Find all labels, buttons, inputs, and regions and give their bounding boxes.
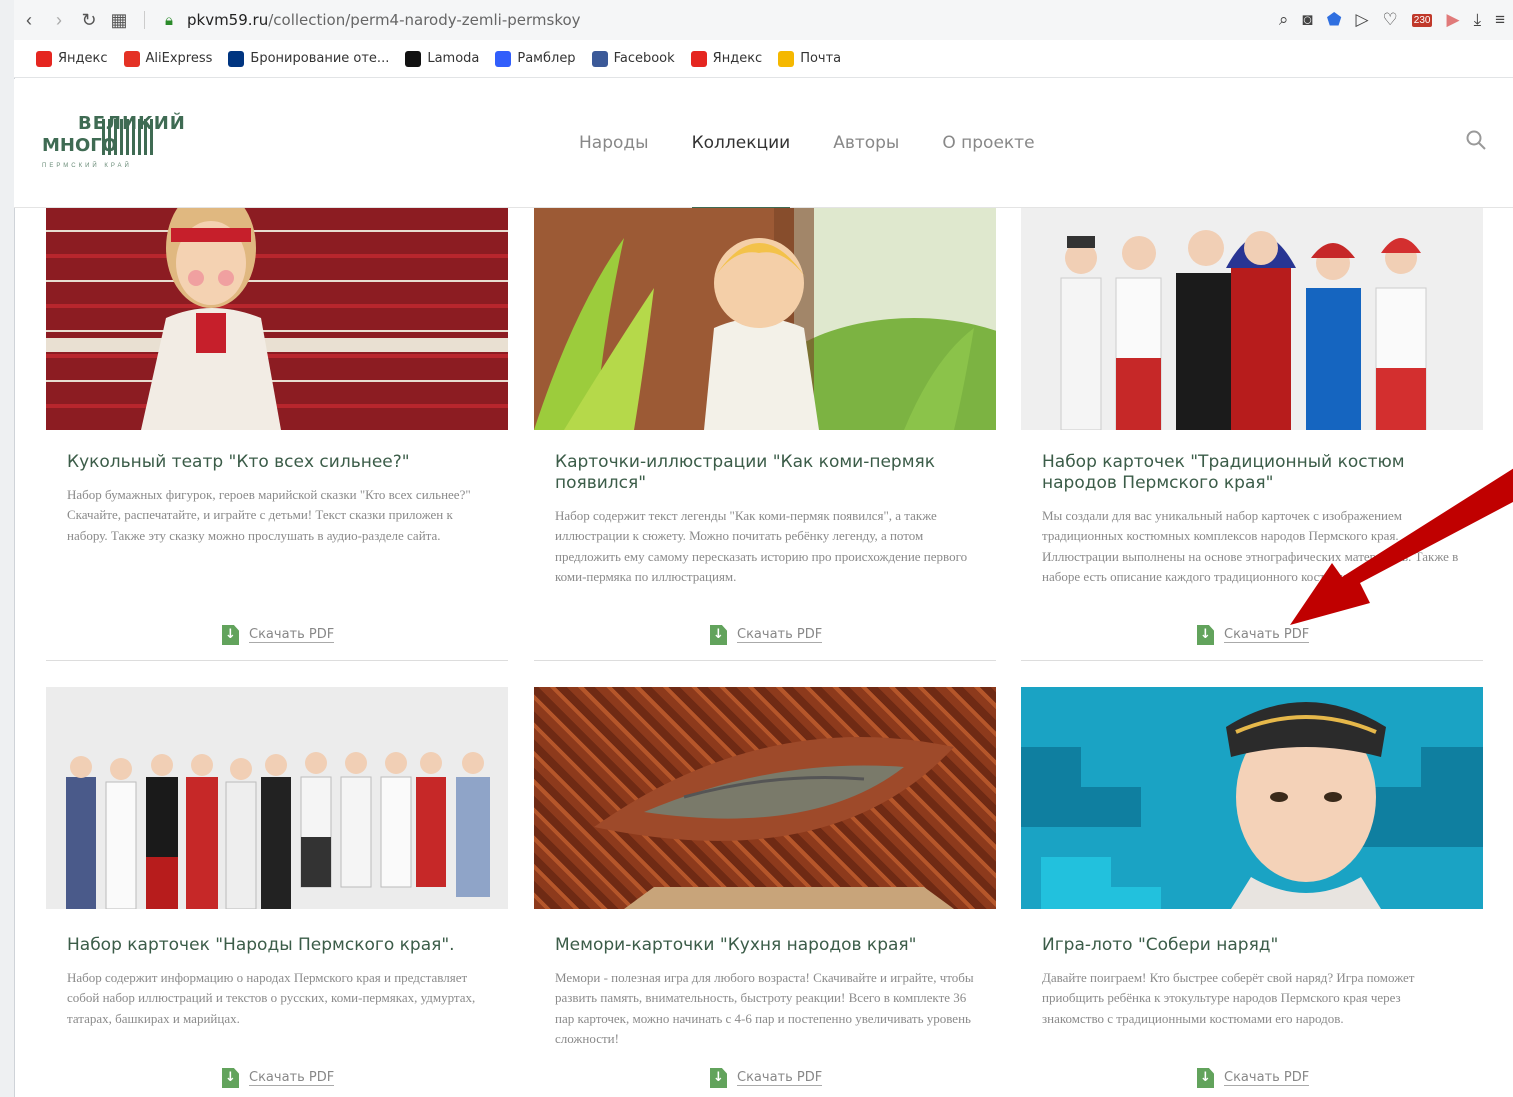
- download-label: Скачать PDF: [249, 627, 335, 643]
- menu-item[interactable]: Народы: [579, 133, 649, 153]
- lock-icon[interactable]: 🔒︎: [165, 12, 173, 29]
- menu-item[interactable]: Авторы: [833, 133, 899, 153]
- address-bar[interactable]: pkvm59.ru/collection/perm4-narody-zemli-…: [187, 11, 581, 29]
- card-divider: [1021, 660, 1483, 661]
- reload-icon[interactable]: ↻: [74, 10, 104, 31]
- aliexpress-icon: [123, 50, 140, 67]
- send-icon[interactable]: ▷: [1355, 10, 1368, 30]
- toolbar-divider: [144, 11, 145, 29]
- card-divider: [46, 660, 508, 661]
- bookmark-label: Бронирование оте...: [250, 51, 390, 66]
- download-counter-badge[interactable]: 230: [1411, 13, 1433, 27]
- card-title[interactable]: Карточки-иллюстрации "Как коми-пермяк по…: [555, 452, 975, 494]
- bookmark-item[interactable]: Facebook: [591, 50, 675, 67]
- back-icon[interactable]: ‹: [14, 10, 44, 31]
- player-icon[interactable]: ▶: [1446, 10, 1459, 30]
- card-description: Набор содержит текст легенды "Как коми-п…: [555, 508, 968, 584]
- card-description: Набор бумажных фигурок, героев марийской…: [67, 487, 471, 543]
- search-icon[interactable]: [1465, 129, 1487, 151]
- bookmark-label: Яндекс: [712, 51, 763, 66]
- lamoda-icon: [405, 50, 422, 67]
- url-host: pkvm59.ru: [186, 11, 269, 29]
- yandex-icon: [36, 50, 52, 67]
- download-label: Скачать PDF: [737, 1070, 823, 1086]
- card-description: Мемори - полезная игра для любого возрас…: [555, 970, 974, 1046]
- bookmark-item[interactable]: Яндекс: [36, 50, 108, 67]
- logo-line-3: ПЕРМСКИЙ КРАЙ: [42, 163, 132, 169]
- download-icon[interactable]: ⤓: [1474, 10, 1482, 30]
- bookmark-item[interactable]: Яндекс: [690, 50, 763, 67]
- pdf-download-icon: [222, 625, 239, 645]
- collection-card: [534, 687, 996, 909]
- download-pdf-link[interactable]: Скачать PDF: [222, 1068, 335, 1088]
- card-title[interactable]: Набор карточек "Народы Пермского края".: [67, 935, 487, 956]
- site-header: ВЕЛИКИЙ МНОГО ПЕРМСКИЙ КРАЙ Народы Коллек…: [14, 79, 1513, 211]
- download-pdf-link[interactable]: Скачать PDF: [1197, 1068, 1310, 1088]
- card-title[interactable]: Мемори-карточки "Кухня народов края": [555, 935, 975, 956]
- download-pdf-link[interactable]: Скачать PDF: [710, 625, 823, 645]
- facebook-icon: [591, 50, 608, 67]
- card-description: Набор содержит информацию о народах Перм…: [67, 970, 476, 1026]
- bookmark-label: Почта: [800, 51, 842, 66]
- pdf-download-icon: [1197, 1068, 1214, 1088]
- bookmark-label: AliExpress: [145, 51, 213, 66]
- forward-icon[interactable]: ›: [44, 10, 74, 31]
- bookmark-item[interactable]: Lamoda: [405, 50, 480, 67]
- yandex-browser-icon: [690, 50, 707, 67]
- heart-icon[interactable]: ♡: [1383, 10, 1398, 30]
- collection-card: [1021, 208, 1483, 430]
- collection-card: [1021, 687, 1483, 909]
- card-image-cuisine[interactable]: [534, 687, 996, 909]
- bookmark-label: Яндекс: [58, 51, 108, 66]
- shield-icon[interactable]: ⬟: [1327, 10, 1342, 30]
- pdf-download-icon: [222, 1068, 239, 1088]
- bookmark-item[interactable]: Рамблер: [495, 50, 576, 67]
- booking-icon: [228, 50, 245, 67]
- logo-ornament: [102, 119, 154, 155]
- red-arrow-annotation: [1290, 468, 1513, 625]
- bookmark-label: Facebook: [613, 51, 675, 66]
- collection-card: [46, 208, 508, 430]
- bookmark-item[interactable]: Почта: [778, 50, 842, 67]
- pdf-download-icon: [1197, 625, 1214, 645]
- card-image-puppet-theatre[interactable]: [46, 208, 508, 430]
- download-label: Скачать PDF: [249, 1070, 335, 1086]
- browser-toolbar: ‹ › ↻ ▦ 🔒︎ pkvm59.ru/collection/perm4-na…: [14, 0, 1513, 40]
- bookmark-item[interactable]: AliExpress: [123, 50, 213, 67]
- site-logo[interactable]: ВЕЛИКИЙ МНОГО ПЕРМСКИЙ КРАЙ: [42, 113, 185, 175]
- menu-item[interactable]: О проекте: [942, 133, 1034, 153]
- download-label: Скачать PDF: [737, 627, 823, 643]
- download-pdf-link[interactable]: Скачать PDF: [222, 625, 335, 645]
- rambler-icon: [495, 50, 512, 67]
- menu-item[interactable]: Коллекции: [691, 133, 790, 211]
- mail-icon: [778, 50, 795, 67]
- bookmark-label: Lamoda: [427, 51, 480, 66]
- bookmark-item[interactable]: Бронирование оте...: [228, 50, 390, 67]
- card-image-komi-permyak[interactable]: [534, 208, 996, 430]
- collection-card: [46, 687, 508, 909]
- url-path: /collection/perm4-narody-zemli-permskoy: [268, 11, 581, 29]
- bookmarks-bar: Яндекс AliExpress Бронирование оте... Lamod…: [14, 40, 1513, 78]
- card-title[interactable]: Кукольный театр "Кто всех сильнее?": [67, 452, 487, 473]
- card-image-peoples[interactable]: [46, 687, 508, 909]
- download-label: Скачать PDF: [1224, 1070, 1310, 1086]
- main-menu: Народы Коллекции Авторы О проекте: [579, 133, 1035, 211]
- pdf-download-icon: [710, 1068, 727, 1088]
- tabs-grid-icon[interactable]: ▦: [104, 10, 134, 31]
- collection-card: [534, 208, 996, 430]
- card-image-traditional-costume[interactable]: [1021, 208, 1483, 430]
- camera-icon[interactable]: ◙: [1302, 10, 1312, 30]
- card-description: Давайте поиграем! Кто быстрее соберёт св…: [1042, 970, 1415, 1026]
- toolbar-right-icons: ⌕ ◙ ⬟ ▷ ♡ 230 ▶ ⤓ ≡: [1279, 0, 1513, 40]
- menu-icon[interactable]: ≡: [1495, 10, 1505, 30]
- card-title[interactable]: Игра-лото "Собери наряд": [1042, 935, 1462, 956]
- pdf-download-icon: [710, 625, 727, 645]
- download-pdf-link[interactable]: Скачать PDF: [710, 1068, 823, 1088]
- browser-left-strip: [0, 0, 15, 1097]
- card-image-lotto[interactable]: [1021, 687, 1483, 909]
- card-divider: [534, 660, 996, 661]
- search-page-icon[interactable]: ⌕: [1279, 10, 1289, 30]
- bookmark-label: Рамблер: [517, 51, 576, 66]
